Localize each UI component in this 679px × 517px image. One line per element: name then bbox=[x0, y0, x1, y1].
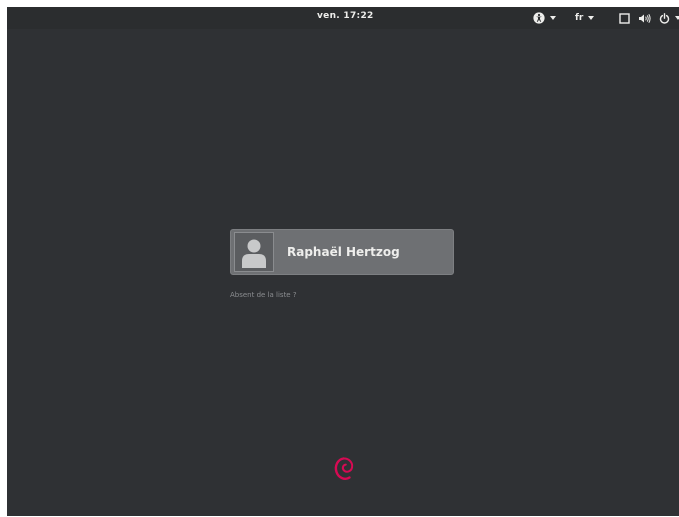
login-screen: ven. 17:22 fr Raphaël Hertzog Absent de … bbox=[7, 7, 679, 516]
chevron-down-icon bbox=[675, 16, 679, 20]
clock[interactable]: ven. 17:22 bbox=[317, 11, 374, 21]
system-menu[interactable] bbox=[619, 10, 679, 26]
top-bar: ven. 17:22 fr bbox=[7, 7, 679, 29]
chevron-down-icon bbox=[550, 16, 556, 20]
not-listed-link[interactable]: Absent de la liste ? bbox=[230, 291, 297, 299]
debian-logo-icon bbox=[334, 457, 354, 480]
power-icon bbox=[659, 12, 670, 24]
user-list-item[interactable]: Raphaël Hertzog bbox=[230, 229, 454, 275]
language-label: fr bbox=[575, 13, 584, 23]
user-avatar-icon bbox=[242, 239, 266, 268]
accessibility-icon bbox=[533, 12, 545, 24]
accessibility-menu[interactable] bbox=[533, 10, 556, 26]
chevron-down-icon bbox=[588, 16, 595, 20]
window-icon bbox=[619, 12, 630, 24]
volume-icon bbox=[639, 13, 651, 23]
avatar bbox=[234, 232, 274, 272]
user-name: Raphaël Hertzog bbox=[287, 245, 400, 259]
language-menu[interactable]: fr bbox=[575, 10, 595, 26]
